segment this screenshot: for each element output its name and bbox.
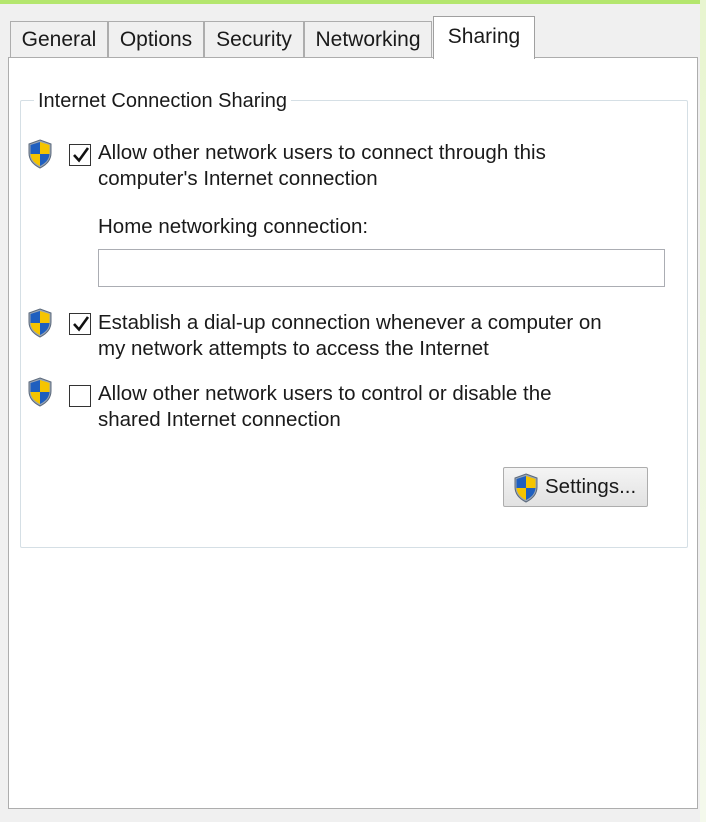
checkmark-icon: [73, 316, 90, 332]
uac-shield-icon: [28, 139, 52, 169]
settings-button[interactable]: Settings...: [503, 467, 648, 507]
checkmark-icon: [73, 147, 90, 163]
home-networking-connection-label: Home networking connection:: [98, 215, 369, 238]
sharing-tab-panel: Internet Connection Sharing Allow other …: [8, 57, 698, 809]
allow-control-checkbox[interactable]: [69, 385, 91, 407]
allow-connect-label-line2: computer's Internet connection: [98, 167, 378, 190]
uac-shield-icon: [28, 377, 52, 407]
uac-shield-icon: [28, 308, 52, 338]
group-title: Internet Connection Sharing: [34, 89, 292, 113]
establish-dialup-checkbox[interactable]: [69, 313, 91, 335]
window-edge-highlight: [0, 0, 706, 4]
window-edge-right: [700, 0, 706, 822]
uac-shield-icon: [514, 473, 538, 503]
establish-dialup-label-line1: Establish a dial-up connection whenever …: [98, 311, 602, 334]
tab-options[interactable]: Options: [108, 21, 204, 57]
allow-control-label-line2: shared Internet connection: [98, 408, 341, 431]
tab-general[interactable]: General: [10, 21, 108, 57]
settings-button-label: Settings...: [545, 475, 637, 498]
home-networking-connection-field[interactable]: [98, 249, 665, 287]
allow-connect-checkbox[interactable]: [69, 144, 91, 166]
tab-strip: General Options Security Networking Shar…: [10, 16, 700, 59]
tab-networking[interactable]: Networking: [304, 21, 432, 57]
tab-security[interactable]: Security: [204, 21, 304, 57]
tab-sharing[interactable]: Sharing: [433, 16, 535, 59]
allow-control-label-line1: Allow other network users to control or …: [98, 382, 552, 405]
establish-dialup-label-line2: my network attempts to access the Intern…: [98, 337, 489, 360]
allow-connect-label-line1: Allow other network users to connect thr…: [98, 141, 546, 164]
